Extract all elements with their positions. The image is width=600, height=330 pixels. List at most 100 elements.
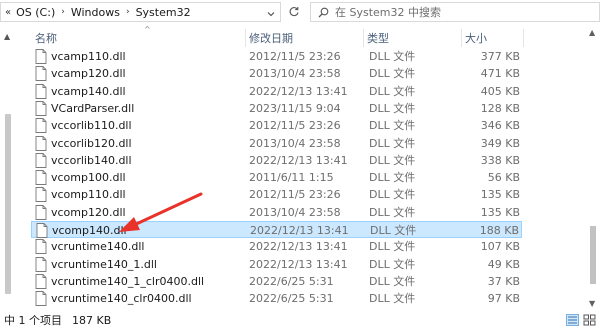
- breadcrumb-system32[interactable]: System32: [133, 3, 194, 21]
- dll-file-icon: [35, 170, 47, 186]
- file-type: DLL 文件: [369, 50, 416, 63]
- search-input[interactable]: [335, 4, 585, 20]
- file-type: DLL 文件: [369, 188, 416, 202]
- file-row[interactable]: vcomp110.dll 2012/11/5 23:26 DLL 文件 135 KB: [31, 186, 522, 203]
- file-row[interactable]: vcruntime140_clr0400.dll 2022/6/25 5:31 DL…: [31, 290, 522, 307]
- sort-caret-icon: ^: [144, 25, 151, 34]
- address-row: « OS (C:) › Windows › System32: [0, 0, 600, 26]
- file-row[interactable]: vccorlib110.dll 2012/11/5 23:26 DLL 文件 346 …: [31, 117, 522, 134]
- large-icons-view-icon[interactable]: [583, 314, 596, 326]
- nav-scroll-up-icon[interactable]: ▲: [4, 32, 10, 41]
- file-row[interactable]: vcruntime140.dll 2022/12/13 13:41 DLL 文件 10…: [31, 238, 522, 255]
- dll-file-icon: [35, 49, 47, 64]
- file-date: 2013/10/4 23:58: [249, 205, 341, 219]
- file-size: 377 KB: [480, 50, 520, 63]
- dll-file-icon: [35, 66, 47, 82]
- file-name: vcamp120.dll: [51, 67, 126, 81]
- file-type: DLL 文件: [369, 84, 416, 98]
- address-bar[interactable]: « OS (C:) › Windows › System32: [0, 2, 281, 22]
- file-type: DLL 文件: [369, 292, 416, 306]
- breadcrumb-separator-icon[interactable]: ›: [123, 7, 133, 17]
- file-name: vcruntime140_clr0400.dll: [51, 292, 192, 306]
- file-name: vcruntime140.dll: [51, 240, 145, 254]
- file-list: vcamp110.dll 2012/11/5 23:26 DLL 文件 377 KB v…: [20, 48, 586, 310]
- dll-file-icon: [35, 152, 47, 168]
- file-size: 471 KB: [480, 67, 520, 81]
- file-row[interactable]: vcomp140.dll 2022/12/13 13:41 DLL 文件 188 KB: [31, 221, 522, 238]
- file-row[interactable]: vcamp110.dll 2012/11/5 23:26 DLL 文件 377 KB: [31, 48, 522, 65]
- file-date: 2022/12/13 13:41: [249, 257, 348, 271]
- file-row[interactable]: vcomp100.dll 2011/6/11 1:15 DLL 文件 56 KB: [31, 169, 522, 186]
- file-row[interactable]: vccorlib140.dll 2022/12/13 13:41 DLL 文件 338…: [31, 152, 522, 169]
- column-header-name[interactable]: ^ 名称: [31, 25, 245, 50]
- file-size: 346 KB: [480, 119, 520, 133]
- file-date: 2011/6/11 1:15: [249, 171, 334, 185]
- column-header-name-label: 名称: [35, 32, 57, 45]
- column-header-date-label: 修改日期: [249, 32, 293, 45]
- file-date: 2013/10/4 23:58: [249, 67, 341, 81]
- scroll-up-icon[interactable]: ▲: [589, 28, 595, 37]
- dll-file-icon: [35, 118, 47, 134]
- dll-file-icon: [35, 273, 47, 289]
- nav-scrollbar-thumb[interactable]: [5, 114, 11, 294]
- breadcrumb-separator-icon[interactable]: ›: [58, 7, 68, 17]
- breadcrumb-overflow[interactable]: «: [1, 7, 13, 18]
- file-row[interactable]: VCardParser.dll 2023/11/15 9:04 DLL 文件 128 …: [31, 100, 522, 117]
- file-type: DLL 文件: [369, 274, 416, 288]
- file-date: 2023/11/15 9:04: [249, 101, 341, 115]
- file-row[interactable]: vcamp120.dll 2013/10/4 23:58 DLL 文件 471 KB: [31, 65, 522, 82]
- column-header-type[interactable]: 类型: [363, 26, 461, 50]
- file-type: DLL 文件: [369, 257, 416, 271]
- file-row[interactable]: vcruntime140_1_clr0400.dll 2022/6/25 5:31…: [31, 273, 522, 290]
- file-name: vcomp100.dll: [51, 171, 126, 185]
- selection-size: 187 KB: [72, 313, 112, 327]
- refresh-icon: [289, 7, 299, 17]
- column-divider[interactable]: [523, 29, 524, 47]
- file-date: 2013/10/4 23:58: [249, 136, 341, 150]
- dll-file-icon: [35, 135, 47, 151]
- file-type: DLL 文件: [369, 171, 416, 185]
- navigation-pane: ▲: [0, 26, 20, 310]
- dll-file-icon: [36, 223, 48, 238]
- file-size: 56 KB: [487, 171, 520, 185]
- scroll-down-icon[interactable]: ▼: [589, 299, 595, 308]
- scrollbar-thumb[interactable]: [590, 226, 596, 284]
- search-box[interactable]: [310, 2, 600, 22]
- file-name: vcamp110.dll: [51, 50, 126, 63]
- file-size: 97 KB: [487, 292, 520, 306]
- file-row[interactable]: vcruntime140_1.dll 2022/12/13 13:41 DLL 文件…: [31, 256, 522, 273]
- file-date: 2022/12/13 13:41: [249, 240, 348, 254]
- selection-count: 中 1 个项目: [4, 314, 62, 327]
- refresh-button[interactable]: [285, 3, 303, 21]
- file-row[interactable]: vccorlib120.dll 2013/10/4 23:58 DLL 文件 349 …: [31, 135, 522, 152]
- chevron-down-icon[interactable]: [267, 10, 275, 18]
- dll-file-icon: [35, 83, 47, 99]
- file-row[interactable]: vcamp140.dll 2022/12/13 13:41 DLL 文件 405 KB: [31, 83, 522, 100]
- vertical-scrollbar[interactable]: ▲ ▼: [586, 26, 600, 310]
- file-size: 37 KB: [487, 274, 520, 288]
- file-name: vcomp110.dll: [51, 188, 126, 202]
- file-name: vcruntime140_1.dll: [51, 257, 157, 271]
- file-date: 2022/12/13 13:41: [249, 84, 348, 98]
- file-size: 135 KB: [480, 188, 520, 202]
- file-row[interactable]: vcomp120.dll 2013/10/4 23:58 DLL 文件 135 KB: [31, 204, 522, 221]
- details-view-icon[interactable]: [566, 314, 579, 326]
- file-type: DLL 文件: [369, 240, 416, 254]
- status-bar: 中 1 个项目 187 KB: [0, 310, 600, 330]
- column-header-date[interactable]: 修改日期: [245, 26, 363, 50]
- column-header-size[interactable]: 大小: [461, 26, 523, 50]
- file-date: 2012/11/5 23:26: [249, 188, 341, 202]
- file-date: 2022/12/13 13:41: [249, 153, 348, 167]
- dll-file-icon: [35, 204, 47, 220]
- file-type: DLL 文件: [369, 119, 416, 133]
- file-size: 107 KB: [480, 240, 520, 254]
- breadcrumb-drive[interactable]: OS (C:): [13, 3, 58, 21]
- file-date: 2012/11/5 23:26: [249, 50, 341, 63]
- file-size: 188 KB: [479, 224, 519, 237]
- file-type: DLL 文件: [369, 136, 416, 150]
- dll-file-icon: [35, 187, 47, 203]
- dll-file-icon: [35, 239, 47, 255]
- dll-file-icon: [35, 256, 47, 272]
- breadcrumb-windows[interactable]: Windows: [68, 3, 123, 21]
- file-name: vcomp140.dll: [52, 224, 127, 237]
